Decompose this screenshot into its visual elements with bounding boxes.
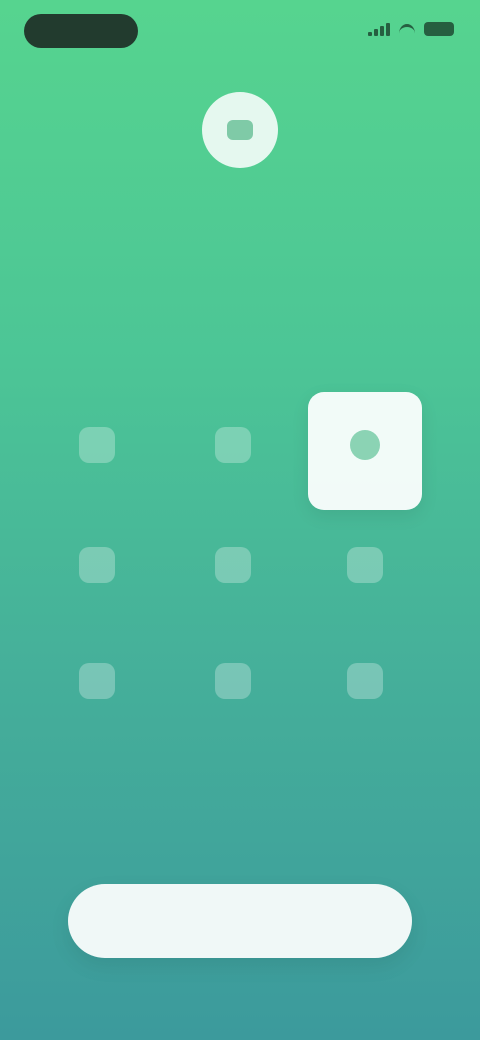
grid-tile-4[interactable] <box>40 512 154 630</box>
option-icon <box>215 547 251 583</box>
option-icon <box>79 663 115 699</box>
grid-tile-6[interactable] <box>308 512 422 630</box>
grid-tile-8[interactable] <box>176 628 290 746</box>
avatar-icon <box>202 92 278 168</box>
option-icon <box>347 663 383 699</box>
option-icon <box>79 547 115 583</box>
option-icon <box>215 427 251 463</box>
wifi-icon <box>398 22 416 36</box>
grid-tile-5[interactable] <box>176 512 290 630</box>
grid-tile-7[interactable] <box>40 628 154 746</box>
grid-tile-9[interactable] <box>308 628 422 746</box>
time-pill <box>24 14 138 48</box>
battery-icon <box>424 22 454 36</box>
option-icon <box>215 663 251 699</box>
grid-tile-3-selected[interactable] <box>308 392 422 510</box>
option-icon <box>350 430 380 460</box>
status-icons <box>368 22 454 36</box>
grid-tile-1[interactable] <box>40 392 154 510</box>
grid-tile-2[interactable] <box>176 392 290 510</box>
status-bar <box>0 0 480 64</box>
continue-button[interactable] <box>68 884 412 958</box>
signal-icon <box>368 22 390 36</box>
avatar-glyph <box>227 120 253 140</box>
option-icon <box>347 547 383 583</box>
option-icon <box>79 427 115 463</box>
